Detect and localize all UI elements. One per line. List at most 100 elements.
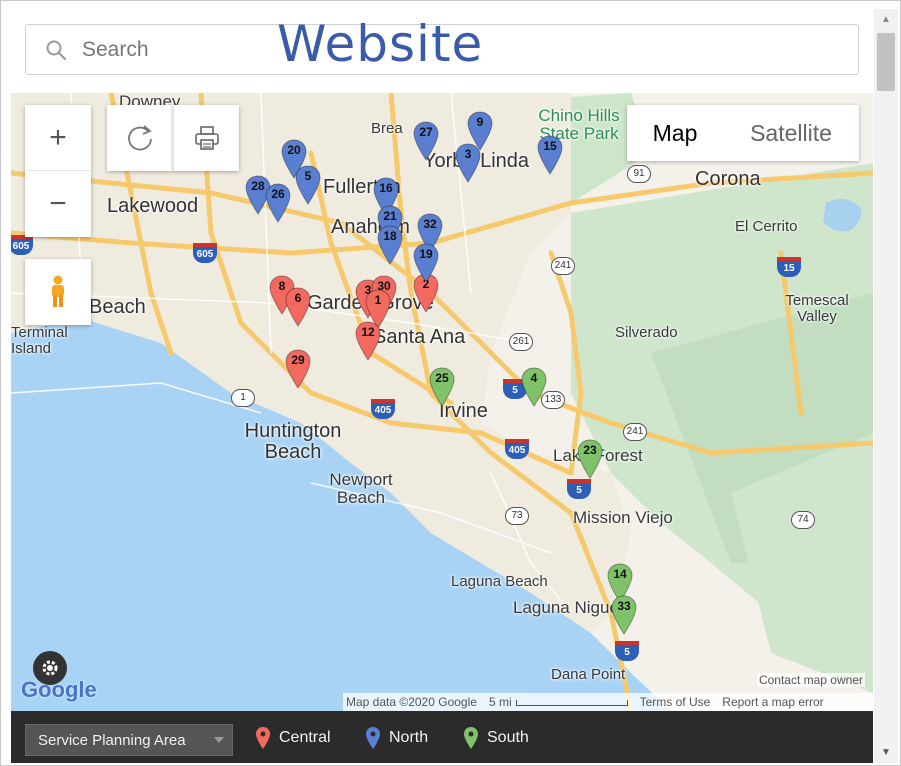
refresh-icon xyxy=(128,125,152,151)
marker-label: 18 xyxy=(383,229,397,243)
place-label: Huntington Beach xyxy=(244,420,342,463)
marker-label: 32 xyxy=(423,217,437,231)
marker-label: 19 xyxy=(419,247,433,261)
map-marker-central[interactable]: 6 xyxy=(285,287,311,327)
state-route-shield: 261 xyxy=(509,333,533,351)
map-marker-south[interactable]: 23 xyxy=(577,439,603,479)
marker-label: 16 xyxy=(379,181,393,195)
place-label: Temescal Valley xyxy=(785,292,849,325)
legend-label: North xyxy=(389,729,429,746)
map-pin-icon xyxy=(366,727,380,749)
marker-label: 12 xyxy=(361,325,375,339)
scale-line xyxy=(515,700,628,706)
marker-label: 6 xyxy=(294,291,302,305)
scrollbar-thumb[interactable] xyxy=(877,33,895,91)
map-marker-central[interactable]: 29 xyxy=(285,349,311,389)
state-route-shield: 241 xyxy=(551,257,575,275)
legend-item-north[interactable]: North xyxy=(365,726,428,750)
map-type-map-button[interactable]: Map xyxy=(627,105,723,161)
chevron-down-icon xyxy=(214,737,224,743)
interstate-shield: 405 xyxy=(505,439,529,459)
place-label: Dana Point xyxy=(551,666,626,683)
print-button[interactable] xyxy=(173,105,239,171)
state-route-shield: 241 xyxy=(623,423,647,441)
map-pin-icon xyxy=(256,727,270,749)
map-marker-north[interactable]: 26 xyxy=(265,183,291,223)
dropdown-label: Service Planning Area xyxy=(38,731,186,749)
settings-button[interactable] xyxy=(33,651,67,685)
map-marker-south[interactable]: 4 xyxy=(521,367,547,407)
scroll-down-arrow[interactable]: ▼ xyxy=(881,747,891,758)
service-planning-area-dropdown[interactable]: Service Planning Area xyxy=(25,724,233,756)
attribution-bar: Map data ©2020 Google 5 mi Terms of Use … xyxy=(343,693,873,711)
legend-item-south[interactable]: South xyxy=(463,726,529,750)
map-marker-north[interactable]: 5 xyxy=(295,165,321,205)
marker-label: 21 xyxy=(383,209,397,223)
map-marker-north[interactable]: 18 xyxy=(377,225,403,265)
map-marker-south[interactable]: 25 xyxy=(429,367,455,407)
place-label: Corona xyxy=(695,168,761,190)
map-type-satellite-button[interactable]: Satellite xyxy=(723,105,859,161)
legend-bar: Service Planning Area Central North Sout… xyxy=(11,711,873,763)
state-route-shield: 91 xyxy=(627,165,651,183)
pegman-icon xyxy=(52,275,64,307)
place-label: Beach xyxy=(89,296,146,318)
print-icon xyxy=(194,126,219,150)
place-label: Lakewood xyxy=(107,195,199,217)
interstate-shield: 605 xyxy=(11,235,33,255)
terms-link[interactable]: Terms of Use xyxy=(640,695,711,709)
state-route-shield: 73 xyxy=(505,507,529,525)
interstate-shield: 15 xyxy=(777,257,801,277)
legend-label: Central xyxy=(279,729,331,746)
interstate-shield: 5 xyxy=(567,479,591,499)
place-label: Brea xyxy=(371,120,403,137)
marker-label: 14 xyxy=(613,567,627,581)
zoom-out-button[interactable]: − xyxy=(25,171,91,237)
search-input[interactable] xyxy=(82,35,282,65)
marker-label: 5 xyxy=(304,169,312,183)
marker-label: 1 xyxy=(374,293,382,307)
contact-map-owner-link[interactable]: Contact map owner xyxy=(756,673,865,687)
map-data-text: Map data ©2020 Google xyxy=(346,695,477,709)
marker-label: 27 xyxy=(419,125,433,139)
scale-bar[interactable]: 5 mi xyxy=(489,695,628,709)
place-label: Terminal Island xyxy=(11,324,68,357)
marker-label: 20 xyxy=(287,143,301,157)
scale-label: 5 mi xyxy=(488,695,512,709)
zoom-control: + − xyxy=(25,105,91,237)
website-label: Website xyxy=(277,15,484,73)
place-label: El Cerrito xyxy=(735,218,798,235)
place-label: Silverado xyxy=(615,324,678,341)
map-marker-north[interactable]: 15 xyxy=(537,135,563,175)
marker-label: 23 xyxy=(583,443,597,457)
search-icon xyxy=(46,40,67,61)
map-marker-north[interactable]: 19 xyxy=(413,243,439,283)
gear-icon xyxy=(42,660,58,676)
marker-label: 25 xyxy=(435,371,449,385)
place-label: Santa Ana xyxy=(373,326,466,348)
legend-label: South xyxy=(487,729,529,746)
map-marker-central[interactable]: 12 xyxy=(355,321,381,361)
map-widget-frame: Website xyxy=(0,0,901,766)
marker-label: 15 xyxy=(543,139,557,153)
map-marker-north[interactable]: 3 xyxy=(455,143,481,183)
interstate-shield: 605 xyxy=(193,243,217,263)
marker-label: 33 xyxy=(617,599,631,613)
interstate-shield: 5 xyxy=(615,641,639,661)
marker-label: 29 xyxy=(291,353,305,367)
map-marker-south[interactable]: 33 xyxy=(611,595,637,635)
state-route-shield: 74 xyxy=(791,511,815,529)
map-marker-north[interactable]: 27 xyxy=(413,121,439,161)
place-label: Laguna Beach xyxy=(451,573,548,590)
report-error-link[interactable]: Report a map error xyxy=(722,695,823,709)
marker-label: 3 xyxy=(464,147,472,161)
page-scrollbar[interactable]: ▲ ▼ xyxy=(874,9,898,763)
street-view-pegman[interactable] xyxy=(25,259,91,325)
zoom-in-button[interactable]: + xyxy=(25,105,91,171)
marker-label: 4 xyxy=(530,371,538,385)
legend-item-central[interactable]: Central xyxy=(255,726,331,750)
refresh-button[interactable] xyxy=(107,105,173,171)
scroll-up-arrow[interactable]: ▲ xyxy=(881,14,891,25)
map-canvas[interactable]: Downey Brea Chino Hills State Park Yorba… xyxy=(11,93,873,711)
marker-label: 9 xyxy=(476,115,484,129)
